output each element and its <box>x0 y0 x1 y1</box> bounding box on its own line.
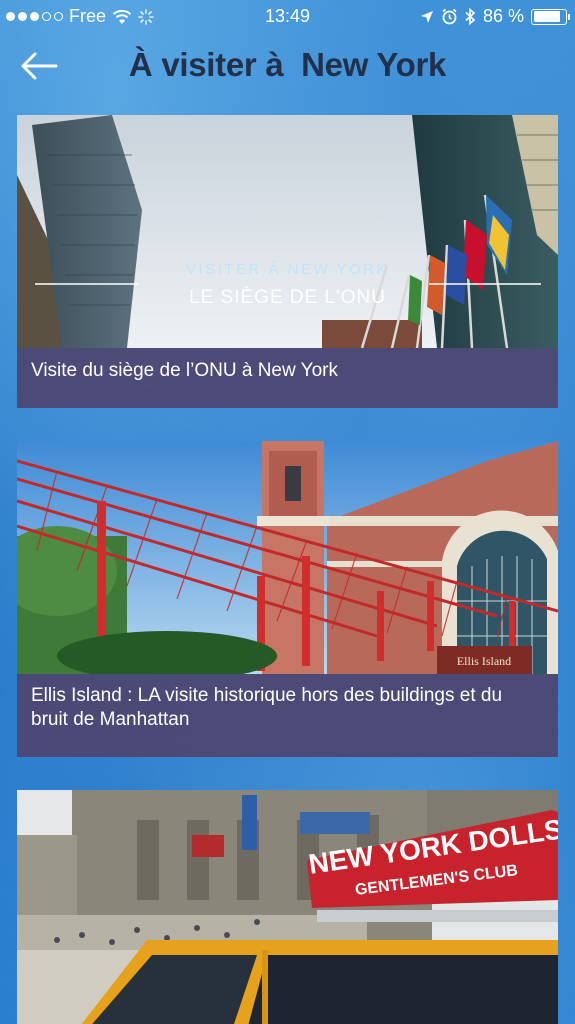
article-card-metropolitan[interactable]: NEW YORK DOLLS GENTLEMEN'S CLUB <box>17 790 558 1024</box>
nav-header: À visiter à New York <box>0 40 575 94</box>
battery-icon <box>531 8 570 25</box>
page-title: À visiter à New York <box>128 46 447 83</box>
article-card-un-headquarters[interactable]: VISITER À NEW YORK LE SIÈGE DE L'ONU Vis… <box>17 115 558 408</box>
article-title: Visite du siège de l’ONU à New York <box>17 348 558 408</box>
status-bar: Free 13:49 86 % <box>0 0 575 34</box>
bluetooth-icon <box>465 8 476 25</box>
image-overlay-title: LE SIÈGE DE L'ONU <box>189 287 386 308</box>
article-card-ellis-island[interactable]: Ellis Island Ellis Island : LA visite hi… <box>17 441 558 757</box>
battery-percent: 86 % <box>482 6 524 26</box>
image-overlay-subtitle: VISITER À NEW YORK <box>185 261 390 278</box>
location-arrow-icon <box>420 10 433 23</box>
article-image-un-headquarters <box>17 115 558 348</box>
article-image-new-york-street: NEW YORK DOLLS GENTLEMEN'S CLUB <box>17 790 558 1024</box>
article-image-ellis-island: Ellis Island <box>17 441 558 674</box>
ellis-island-sign: Ellis Island <box>457 654 511 668</box>
alarm-icon <box>442 8 457 25</box>
article-title: Ellis Island : LA visite historique hors… <box>17 674 558 757</box>
